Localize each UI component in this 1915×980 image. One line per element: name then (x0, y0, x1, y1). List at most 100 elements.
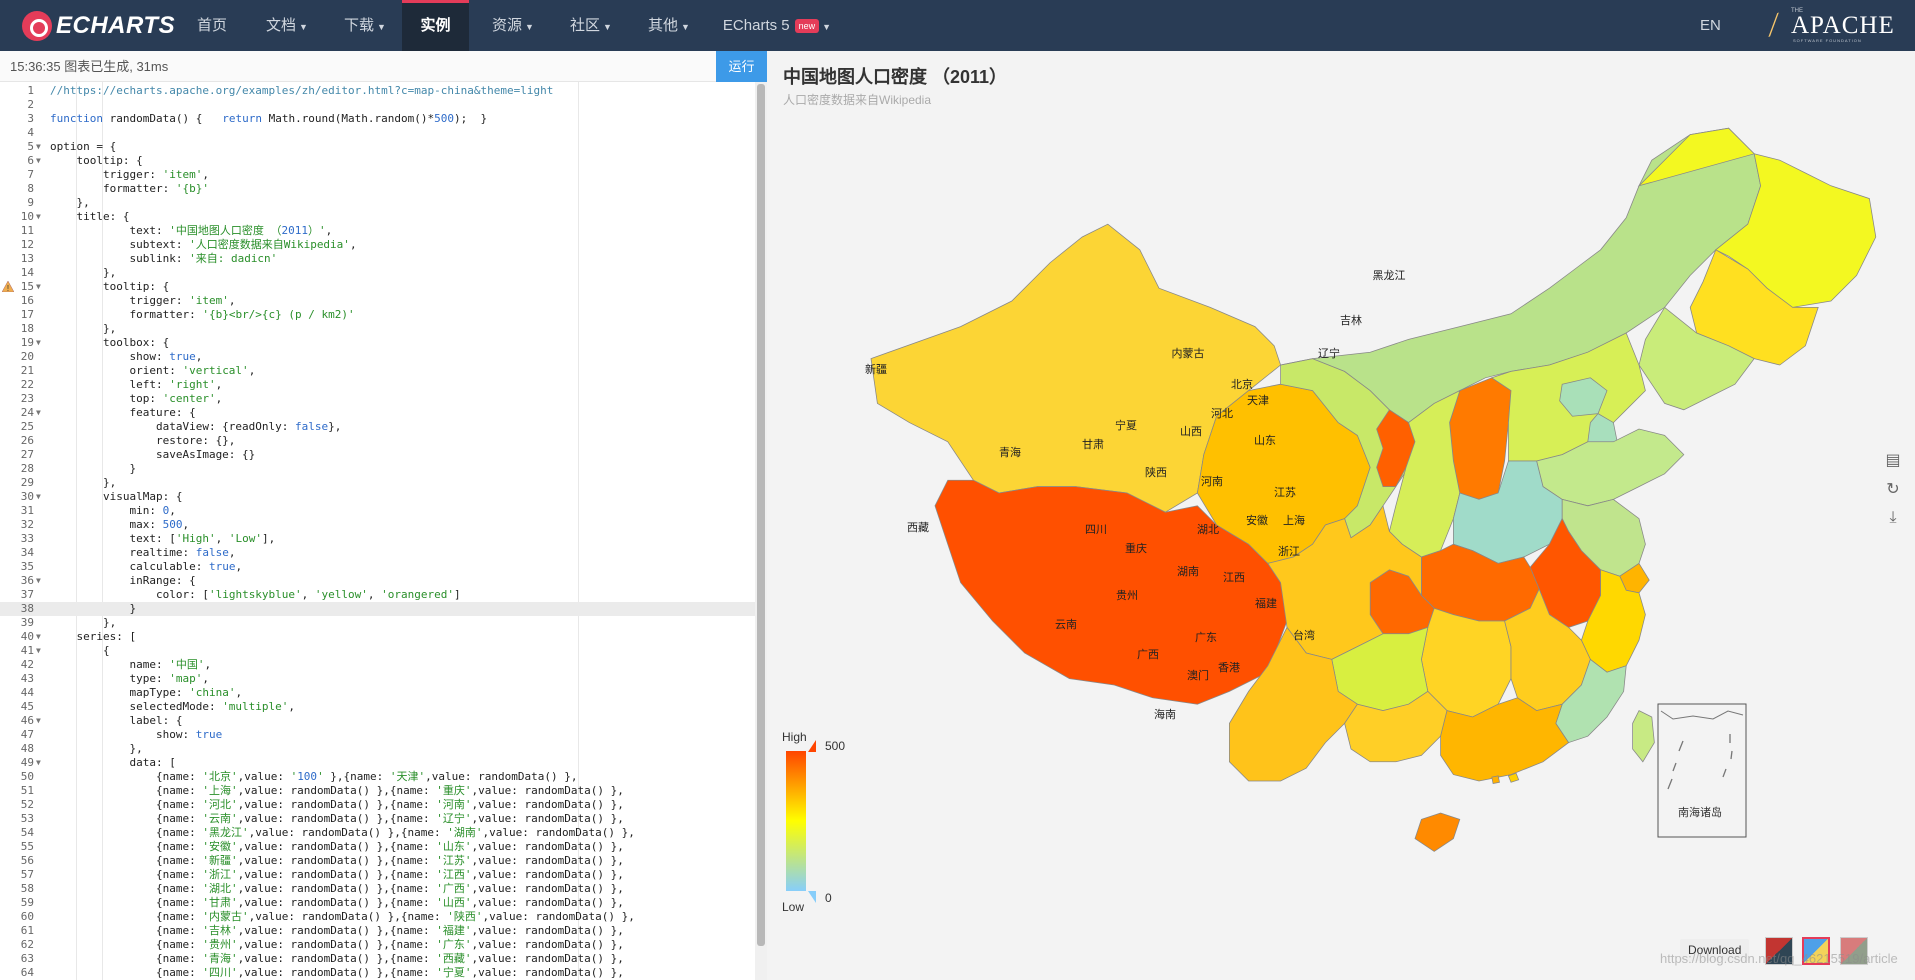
nav-echarts5[interactable]: ECharts 5 new ▼ (718, 0, 836, 51)
code-line[interactable]: 41 ▼ { (0, 644, 755, 658)
visual-map-gradient[interactable] (786, 751, 806, 891)
code-line[interactable]: 30 ▼ visualMap: { (0, 490, 755, 504)
code-line[interactable]: 6 ▼ tooltip: { (0, 154, 755, 168)
code-line[interactable]: 34 realtime: false, (0, 546, 755, 560)
code-line[interactable]: 42 name: '中国', (0, 658, 755, 672)
code-line[interactable]: 47 show: true (0, 728, 755, 742)
code-line[interactable]: 16 trigger: 'item', (0, 294, 755, 308)
province-海南[interactable] (1414, 812, 1461, 852)
fold-arrow-icon[interactable]: ▼ (36, 336, 41, 350)
fold-arrow-icon[interactable]: ▼ (36, 574, 41, 588)
code-line[interactable]: 26 restore: {}, (0, 434, 755, 448)
save-as-image-icon[interactable]: ⤓ (1883, 508, 1903, 528)
code-line[interactable]: 62 {name: '贵州',value: randomData() },{na… (0, 938, 755, 952)
code-line[interactable]: 19 ▼ toolbox: { (0, 336, 755, 350)
data-view-icon[interactable]: ▤ (1883, 451, 1903, 471)
code-line[interactable]: 52 {name: '河北',value: randomData() },{na… (0, 798, 755, 812)
visual-map-max-handle[interactable] (808, 740, 816, 752)
code-line[interactable]: 44 mapType: 'china', (0, 686, 755, 700)
code-line[interactable]: 50 {name: '北京',value: '100' },{name: '天津… (0, 770, 755, 784)
code-line[interactable]: 1 //https://echarts.apache.org/examples/z… (0, 84, 755, 98)
code-line[interactable]: 25 dataView: {readOnly: false}, (0, 420, 755, 434)
code-line[interactable]: 54 {name: '黑龙江',value: randomData() },{n… (0, 826, 755, 840)
code-line[interactable]: 59 {name: '甘肃',value: randomData() },{na… (0, 896, 755, 910)
code-line[interactable]: 43 type: 'map', (0, 672, 755, 686)
nav-other[interactable]: 其他 ▼ (637, 0, 701, 51)
restore-icon[interactable]: ↻ (1883, 480, 1903, 500)
code-line[interactable]: 18 }, (0, 322, 755, 336)
code-line[interactable]: 57 {name: '浙江',value: randomData() },{na… (0, 868, 755, 882)
code-line[interactable]: 49 ▼ data: [ (0, 756, 755, 770)
language-switch[interactable]: EN (1700, 17, 1721, 34)
code-line[interactable]: 14 }, (0, 266, 755, 280)
fold-arrow-icon[interactable]: ▼ (36, 406, 41, 420)
code-line[interactable]: 22 left: 'right', (0, 378, 755, 392)
code-line[interactable]: 45 selectedMode: 'multiple', (0, 700, 755, 714)
code-line[interactable]: 58 {name: '湖北',value: randomData() },{na… (0, 882, 755, 896)
province-澳门[interactable] (1491, 775, 1500, 785)
code-line[interactable]: 23 top: 'center', (0, 392, 755, 406)
code-line[interactable]: 64 {name: '四川',value: randomData() },{na… (0, 966, 755, 980)
code-line[interactable]: 11 text: '中国地图人口密度 （2011）', (0, 224, 755, 238)
code-line[interactable]: 38 } (0, 602, 755, 616)
fold-arrow-icon[interactable]: ▼ (36, 280, 41, 294)
code-line[interactable]: 8 formatter: '{b}' (0, 182, 755, 196)
code-line[interactable]: 33 text: ['High', 'Low'], (0, 532, 755, 546)
code-line[interactable]: 24 ▼ feature: { (0, 406, 755, 420)
code-line[interactable]: 37 color: ['lightskyblue', 'yellow', 'or… (0, 588, 755, 602)
code-line[interactable]: 10 ▼ title: { (0, 210, 755, 224)
code-line[interactable]: 3 function randomData() { return Math.rou… (0, 112, 755, 126)
code-line[interactable]: 7 trigger: 'item', (0, 168, 755, 182)
code-line[interactable]: 13 sublink: '来自: dadicn' (0, 252, 755, 266)
code-line[interactable]: 46 ▼ label: { (0, 714, 755, 728)
code-line[interactable]: 9 }, (0, 196, 755, 210)
nav-examples[interactable]: 实例 (402, 0, 469, 51)
code-line[interactable]: 4 (0, 126, 755, 140)
code-line[interactable]: 39 }, (0, 616, 755, 630)
code-line[interactable]: 28 } (0, 462, 755, 476)
code-line[interactable]: 2 (0, 98, 755, 112)
code-line[interactable]: 21 orient: 'vertical', (0, 364, 755, 378)
fold-arrow-icon[interactable]: ▼ (36, 154, 41, 168)
code-line[interactable]: 20 show: true, (0, 350, 755, 364)
fold-arrow-icon[interactable]: ▼ (36, 714, 41, 728)
code-line[interactable]: 53 {name: '云南',value: randomData() },{na… (0, 812, 755, 826)
run-button[interactable]: 运行 (716, 51, 767, 82)
code-line[interactable]: 56 {name: '新疆',value: randomData() },{na… (0, 854, 755, 868)
nav-docs[interactable]: 文档 ▼ (255, 0, 319, 51)
echarts-logo[interactable]: ECHARTS (22, 10, 175, 42)
code-line[interactable]: 27 saveAsImage: {} (0, 448, 755, 462)
fold-arrow-icon[interactable]: ▼ (36, 630, 41, 644)
code-line[interactable]: 48 }, (0, 742, 755, 756)
code-editor[interactable]: 1 //https://echarts.apache.org/examples/z… (0, 82, 755, 980)
code-line[interactable]: 17 formatter: '{b}<br/>{c} (p / km2)' (0, 308, 755, 322)
code-line[interactable]: 32 max: 500, (0, 518, 755, 532)
visual-map-min-handle[interactable] (808, 891, 816, 903)
province-台湾[interactable] (1632, 710, 1655, 763)
code-line[interactable]: 36 ▼ inRange: { (0, 574, 755, 588)
code-line[interactable]: 35 calculable: true, (0, 560, 755, 574)
china-map[interactable]: 新疆西藏 青海 甘肃 内蒙古 黑龙江吉林辽宁宁夏 山西河北 北京天津山东陕西河南江苏安徽 上海… (768, 51, 1915, 980)
editor-scrollbar-thumb[interactable] (757, 84, 765, 946)
code-line[interactable]: ! 15 ▼ tooltip: { (0, 280, 755, 294)
nav-download[interactable]: 下载 ▼ (333, 0, 397, 51)
nav-home[interactable]: 首页 (185, 0, 239, 51)
code-line[interactable]: 12 subtext: '人口密度数据来自Wikipedia', (0, 238, 755, 252)
fold-arrow-icon[interactable]: ▼ (36, 210, 41, 224)
code-line[interactable]: 29 }, (0, 476, 755, 490)
nav-community[interactable]: 社区 ▼ (559, 0, 623, 51)
code-line[interactable]: 40 ▼ series: [ (0, 630, 755, 644)
fold-arrow-icon[interactable]: ▼ (36, 140, 41, 154)
fold-arrow-icon[interactable]: ▼ (36, 644, 41, 658)
code-line[interactable]: 31 min: 0, (0, 504, 755, 518)
code-line[interactable]: 63 {name: '青海',value: randomData() },{na… (0, 952, 755, 966)
code-line[interactable]: 55 {name: '安徽',value: randomData() },{na… (0, 840, 755, 854)
code-line[interactable]: 51 {name: '上海',value: randomData() },{na… (0, 784, 755, 798)
code-line[interactable]: 60 {name: '内蒙古',value: randomData() },{n… (0, 910, 755, 924)
fold-arrow-icon[interactable]: ▼ (36, 756, 41, 770)
code-line[interactable]: 61 {name: '吉林',value: randomData() },{na… (0, 924, 755, 938)
code-line[interactable]: 5 ▼ option = { (0, 140, 755, 154)
apache-logo[interactable]: ⟋ THE APACHE SOFTWARE FOUNDATION (1760, 8, 1905, 44)
fold-arrow-icon[interactable]: ▼ (36, 490, 41, 504)
nav-resources[interactable]: 资源 ▼ (481, 0, 545, 51)
